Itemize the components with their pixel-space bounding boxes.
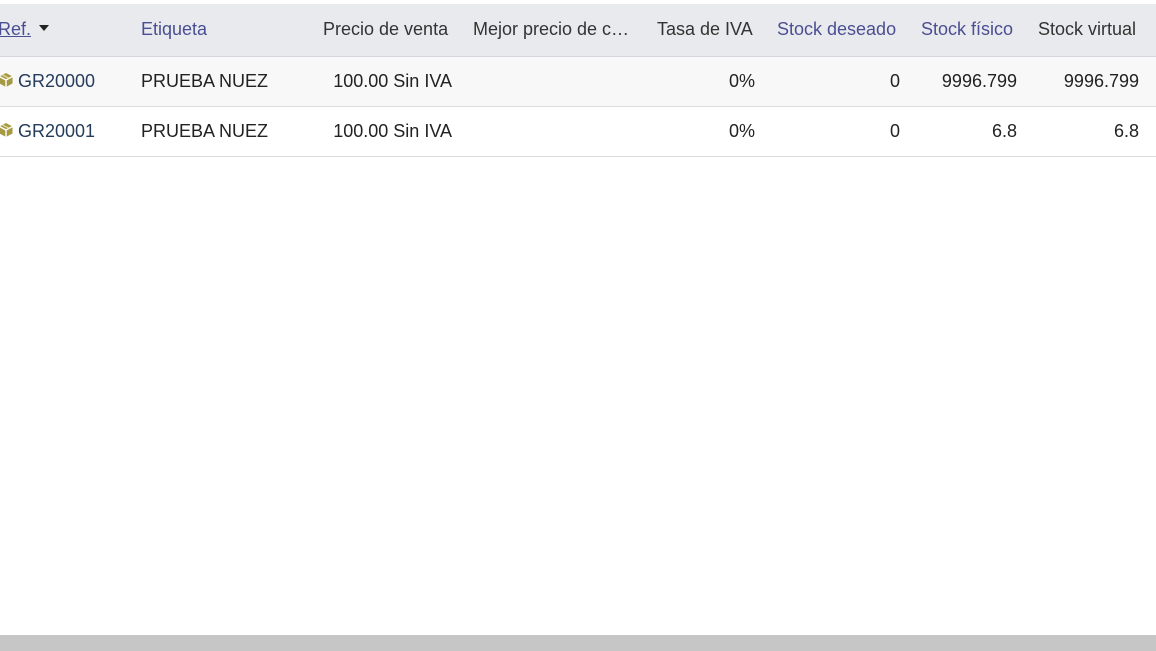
column-header-virtual-stock: Stock virtual: [1038, 19, 1137, 39]
sell-price: 100.00 Sin IVA: [333, 71, 452, 91]
table-header: Ref. Etiqueta Precio de venta Mejor prec…: [0, 4, 1156, 57]
product-ref-link[interactable]: GR20001: [0, 107, 95, 156]
physical-stock: 6.8: [991, 121, 1017, 141]
product-label: PRUEBA NUEZ: [141, 71, 269, 91]
desired-stock: 0: [889, 121, 900, 141]
virtual-stock: 9996.799: [1063, 71, 1139, 91]
product-label: PRUEBA NUEZ: [141, 121, 269, 141]
desired-stock: 0: [889, 71, 900, 91]
column-header-physical-stock[interactable]: Stock físico: [921, 4, 1013, 54]
column-header-best-price: Mejor precio de c…: [473, 19, 630, 39]
column-header-label[interactable]: Etiqueta: [141, 4, 207, 54]
table-row: GR20001 PRUEBA NUEZ 100.00 Sin IVA 0% 0 …: [0, 107, 1156, 157]
table-row: GR20000 PRUEBA NUEZ 100.00 Sin IVA 0% 0 …: [0, 57, 1156, 107]
vat-rate: 0%: [728, 121, 755, 141]
caret-down-icon[interactable]: [39, 25, 50, 32]
column-header-ref-label[interactable]: Ref.: [0, 19, 31, 39]
vat-rate: 0%: [728, 71, 755, 91]
virtual-stock: 6.8: [1113, 121, 1139, 141]
sell-price: 100.00 Sin IVA: [333, 121, 452, 141]
product-ref-text[interactable]: GR20000: [18, 71, 95, 91]
product-ref-link[interactable]: GR20000: [0, 57, 95, 106]
column-header-desired-stock[interactable]: Stock deseado: [777, 4, 896, 54]
horizontal-scrollbar[interactable]: [0, 635, 1156, 651]
column-header-sell-price: Precio de venta: [323, 19, 449, 39]
product-ref-text[interactable]: GR20001: [18, 121, 95, 141]
physical-stock: 9996.799: [941, 71, 1017, 91]
column-header-ref[interactable]: Ref.: [0, 4, 50, 54]
cube-icon: [0, 73, 13, 88]
product-list-page: Ref. Etiqueta Precio de venta Mejor prec…: [0, 0, 1156, 651]
column-header-vat-rate: Tasa de IVA: [657, 19, 753, 39]
cube-icon: [0, 123, 13, 138]
